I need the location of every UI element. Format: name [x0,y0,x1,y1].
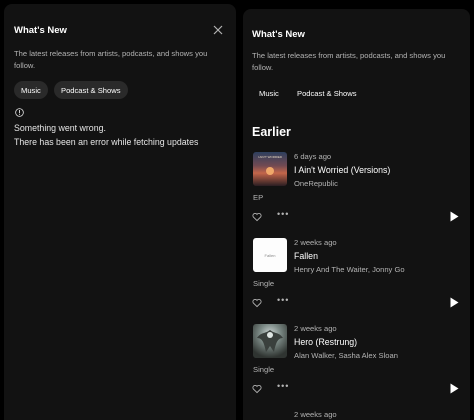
release-item[interactable]: I AIN'T WORRIED 6 days ago I Ain't Worri… [243,152,470,240]
subtitle-line: The latest releases from artists, podcas… [14,49,208,58]
release-title[interactable]: Fallen [294,251,318,261]
error-message: There has been an error while fetching u… [14,137,199,147]
info-icon [15,108,24,117]
whats-new-panel-error: What's New The latest releases from arti… [4,4,236,420]
close-button[interactable] [211,23,225,37]
subtitle-line: follow. [252,63,274,72]
filter-chip-music[interactable]: Music [252,84,286,102]
release-item[interactable]: 2 weeks ago Hero (Restrung) Alan Walker,… [243,324,470,412]
release-time: 6 days ago [294,152,332,161]
subtitle-line: The latest releases from artists, podcas… [252,51,446,60]
error-title: Something went wrong. [14,123,106,133]
release-type: Single [253,365,275,374]
panel-title: What's New [14,25,67,36]
release-type: Single [253,279,275,288]
close-icon [213,25,223,35]
album-art-text: Fallen [264,252,276,258]
panel-title: What's New [252,29,305,40]
album-art-text: I AIN'T WORRIED [257,155,283,159]
release-artist[interactable]: Alan Walker, Sasha Alex Sloan [294,351,398,360]
heart-icon[interactable] [252,212,262,222]
subtitle-line: follow. [14,61,36,70]
play-icon[interactable] [450,211,459,222]
play-icon[interactable] [450,297,459,308]
whats-new-panel: What's New The latest releases from arti… [243,9,470,420]
release-title[interactable]: I Ain't Worried (Versions) [294,165,390,175]
album-art: I AIN'T WORRIED [253,152,287,186]
heart-icon[interactable] [252,384,262,394]
play-icon[interactable] [450,383,459,394]
release-artist[interactable]: OneRepublic [294,179,338,188]
filter-chip-podcasts[interactable]: Podcast & Shows [290,84,364,102]
more-options-icon[interactable]: ••• [277,209,289,219]
filter-chip-podcasts[interactable]: Podcast & Shows [54,81,128,99]
release-type: EP [253,193,264,202]
release-time: 2 weeks ago [294,410,337,419]
release-title[interactable]: Hero (Restrung) [294,337,357,347]
album-art [253,324,287,358]
release-item[interactable]: Fallen 2 weeks ago Fallen Henry And The … [243,238,470,326]
filter-chip-music[interactable]: Music [14,81,48,99]
heart-icon[interactable] [252,298,262,308]
panel-subtitle: The latest releases from artists, podcas… [252,50,445,74]
panel-subtitle: The latest releases from artists, podcas… [14,48,207,72]
more-options-icon[interactable]: ••• [277,381,289,391]
section-heading-earlier: Earlier [252,125,291,139]
album-art: Fallen [253,238,287,272]
release-time: 2 weeks ago [294,324,337,333]
release-time: 2 weeks ago [294,238,337,247]
more-options-icon[interactable]: ••• [277,295,289,305]
release-artist[interactable]: Henry And The Waiter, Jonny Go [294,265,405,274]
